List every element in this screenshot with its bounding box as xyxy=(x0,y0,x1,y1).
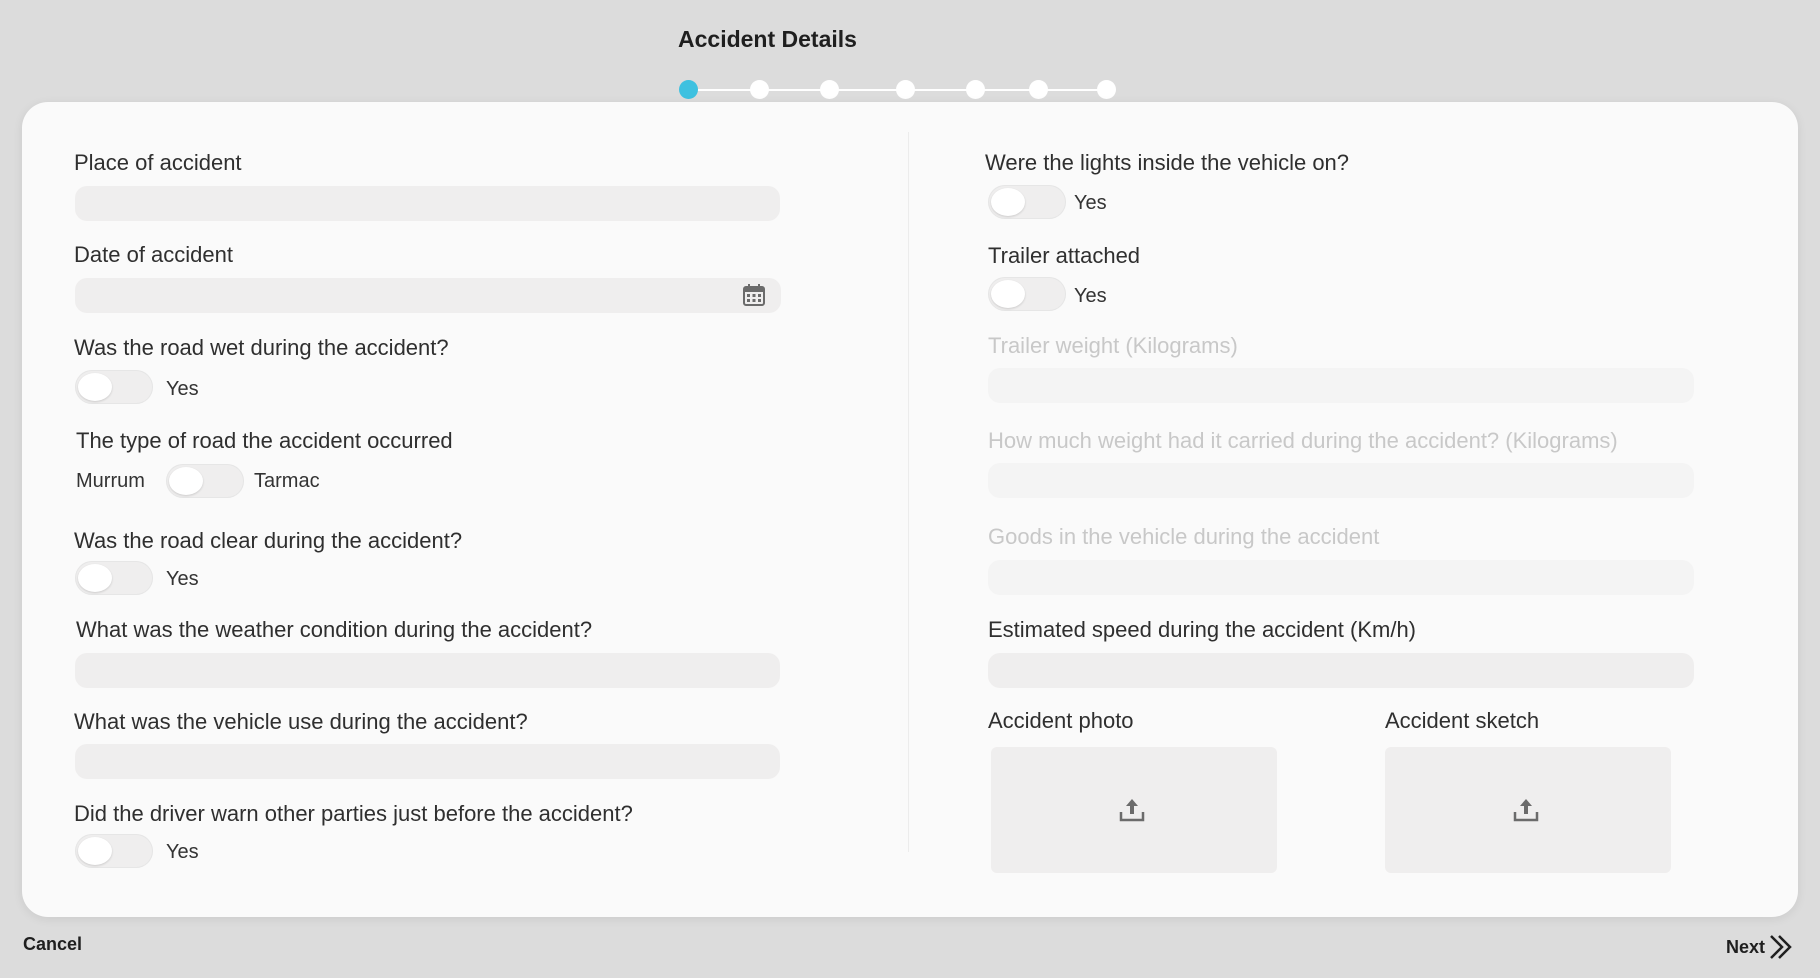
speed-input[interactable] xyxy=(988,653,1694,688)
double-chevron-right-icon xyxy=(1770,935,1792,959)
photo-upload[interactable] xyxy=(991,747,1277,873)
weather-input[interactable] xyxy=(75,653,780,688)
road-type-left-option: Murrum xyxy=(76,470,145,492)
road-wet-option: Yes xyxy=(166,378,199,400)
sketch-upload[interactable] xyxy=(1385,747,1671,873)
place-label: Place of accident xyxy=(74,150,242,175)
step-dot-5 xyxy=(966,80,985,99)
carried-weight-input[interactable] xyxy=(988,463,1694,498)
trailer-option: Yes xyxy=(1074,285,1107,307)
column-divider xyxy=(908,132,909,852)
step-dot-1 xyxy=(679,80,698,99)
photo-label: Accident photo xyxy=(988,708,1134,733)
upload-icon xyxy=(1119,799,1145,822)
driver-warn-option: Yes xyxy=(166,841,199,863)
vehicle-use-input[interactable] xyxy=(75,744,780,779)
step-dot-7 xyxy=(1097,80,1116,99)
step-dot-6 xyxy=(1029,80,1048,99)
cancel-button[interactable]: Cancel xyxy=(23,934,82,955)
next-label: Next xyxy=(1726,937,1766,957)
road-clear-label: Was the road clear during the accident? xyxy=(74,528,463,553)
step-title: Accident Details xyxy=(678,26,857,52)
weather-label: What was the weather condition during th… xyxy=(76,617,593,642)
toggle-knob xyxy=(78,564,112,592)
toggle-knob xyxy=(169,467,203,495)
toggle-knob xyxy=(78,373,112,401)
step-dot-3 xyxy=(820,80,839,99)
lights-label: Were the lights inside the vehicle on? xyxy=(985,150,1350,175)
accident-details-form: Place of accident Date of accident Was t… xyxy=(22,102,1798,917)
lights-option: Yes xyxy=(1074,192,1107,214)
lights-toggle[interactable] xyxy=(988,185,1066,219)
calendar-icon[interactable] xyxy=(743,284,765,306)
road-clear-toggle[interactable] xyxy=(75,561,153,595)
toggle-knob xyxy=(991,188,1025,216)
trailer-label: Trailer attached xyxy=(988,243,1141,268)
upload-icon xyxy=(1513,799,1539,822)
carried-weight-label: How much weight had it carried during th… xyxy=(988,428,1618,453)
progress-stepper: Accident Details xyxy=(678,24,1118,99)
driver-warn-toggle[interactable] xyxy=(75,834,153,868)
vehicle-use-label: What was the vehicle use during the acci… xyxy=(74,709,528,734)
sketch-label: Accident sketch xyxy=(1385,708,1540,733)
date-input[interactable] xyxy=(75,278,781,313)
road-clear-option: Yes xyxy=(166,568,199,590)
goods-input[interactable] xyxy=(988,560,1694,595)
trailer-weight-label: Trailer weight (Kilograms) xyxy=(988,333,1238,358)
road-type-right-option: Tarmac xyxy=(254,470,320,492)
road-type-label: The type of road the accident occurred xyxy=(76,428,453,453)
road-wet-toggle[interactable] xyxy=(75,370,153,404)
road-wet-label: Was the road wet during the accident? xyxy=(74,335,449,360)
next-button[interactable]: Next xyxy=(1726,931,1796,961)
step-dot-2 xyxy=(750,80,769,99)
trailer-weight-input[interactable] xyxy=(988,368,1694,403)
toggle-knob xyxy=(78,837,112,865)
goods-label: Goods in the vehicle during the accident xyxy=(988,524,1380,549)
driver-warn-label: Did the driver warn other parties just b… xyxy=(74,801,633,826)
toggle-knob xyxy=(991,280,1025,308)
place-input[interactable] xyxy=(75,186,780,221)
date-label: Date of accident xyxy=(74,242,233,267)
step-dot-4 xyxy=(896,80,915,99)
road-type-toggle[interactable] xyxy=(166,464,244,498)
speed-label: Estimated speed during the accident (Km/… xyxy=(988,617,1417,642)
trailer-toggle[interactable] xyxy=(988,277,1066,311)
